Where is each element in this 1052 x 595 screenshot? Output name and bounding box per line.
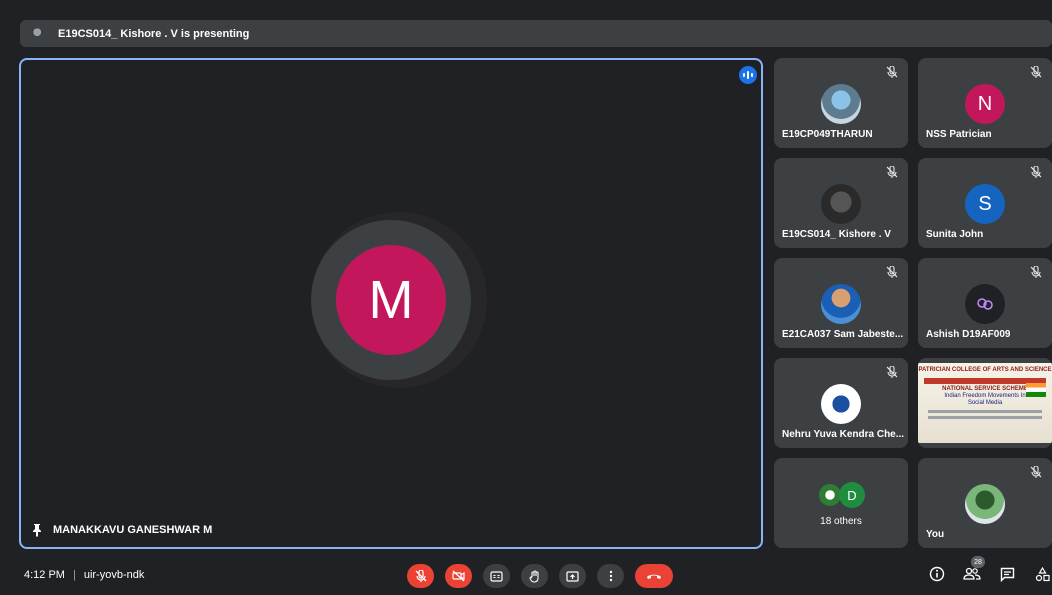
participant-avatar: N [965,84,1005,124]
speaker-name: MANAKKAVU GANESHWAR M [53,524,213,536]
presentation-slide: PATRICIAN COLLEGE OF ARTS AND SCIENCE NA… [918,363,1052,443]
participant-photo [821,284,861,324]
participant-tile[interactable]: S Sunita John [918,158,1052,248]
participant-name: Sunita John [926,229,984,240]
hand-icon [528,569,539,583]
call-controls-bar: 4:12 PM | uir-yovb-ndk 28 [0,556,1052,595]
self-tile[interactable]: You [918,458,1052,548]
captions-icon [490,570,503,582]
mic-off-icon [1030,266,1042,278]
info-icon [929,566,945,582]
people-button[interactable]: 28 [963,556,985,583]
activities-icon [1035,566,1050,581]
flag-image [1026,383,1046,397]
mic-off-icon [886,366,898,378]
microphone-toggle-button[interactable] [407,564,434,588]
participant-tile[interactable]: N NSS Patrician [918,58,1052,148]
presenting-banner[interactable]: E19CS014_ Kishore . V is presenting [20,20,1052,47]
slide-text-line [928,410,1042,413]
meeting-code[interactable]: uir-yovb-ndk [84,569,145,581]
participant-photo [821,184,861,224]
participant-name: E21CA037 Sam Jabeste... [782,329,904,340]
presentation-tile[interactable]: PATRICIAN COLLEGE OF ARTS AND SCIENCE NA… [918,358,1052,448]
right-controls: 28 [928,556,1051,583]
participant-avatar [965,284,1005,324]
participant-photo [821,384,861,424]
participant-name: NSS Patrician [926,129,992,140]
people-icon [963,567,981,580]
mic-off-icon [1030,166,1042,178]
raise-hand-button[interactable] [521,564,548,588]
mic-off-icon [415,570,426,582]
chat-button[interactable] [998,565,1016,583]
participant-tile[interactable]: E19CS014_ Kishore . V [774,158,908,248]
participant-tile[interactable]: Nehru Yuva Kendra Che... [774,358,908,448]
clock-time: 4:12 PM [24,569,65,581]
participant-photo [821,84,861,124]
camera-toggle-button[interactable] [445,564,472,588]
speaking-indicator-icon [739,66,757,84]
more-options-button[interactable] [597,564,624,588]
separator: | [72,569,76,581]
activities-button[interactable] [1033,565,1051,583]
mic-off-icon [1030,466,1042,478]
others-tile[interactable]: D 18 others [774,458,908,548]
participant-count-badge: 28 [971,556,985,568]
participant-avatar: D [839,482,865,508]
participant-tile[interactable]: Ashish D19AF009 [918,258,1052,348]
presenting-text: E19CS014_ Kishore . V is presenting [58,27,250,40]
link-icon [977,298,993,310]
meeting-info: 4:12 PM | uir-yovb-ndk [24,569,144,581]
meeting-details-button[interactable] [928,565,946,583]
participant-name: You [926,529,945,540]
speaker-avatar: M [336,245,446,355]
chat-icon [1000,567,1014,582]
participant-name: E19CS014_ Kishore . V [782,229,891,240]
others-count: 18 others [820,516,862,527]
hangup-icon [647,574,661,579]
others-avatars: D [774,482,908,508]
camera-off-icon [452,570,465,582]
mic-off-icon [886,166,898,178]
mic-off-icon [1030,66,1042,78]
participant-tile[interactable]: E21CA037 Sam Jabeste... [774,258,908,348]
leave-call-button[interactable] [635,564,673,588]
participant-name: Ashish D19AF009 [926,329,1011,340]
mic-off-icon [886,66,898,78]
speaker-namebar: MANAKKAVU GANESHWAR M [31,523,212,537]
center-controls [407,564,673,588]
mic-off-icon [886,266,898,278]
present-icon [566,570,579,582]
main-speaker-tile[interactable]: M MANAKKAVU GANESHWAR M [19,58,763,549]
participant-name: E19CP049THARUN [782,129,873,140]
captions-button[interactable] [483,564,510,588]
slide-text-line [928,416,1042,419]
slide-college: PATRICIAN COLLEGE OF ARTS AND SCIENCE [918,367,1052,373]
presenter-avatar [30,24,48,43]
present-now-button[interactable] [559,564,586,588]
participant-avatar: S [965,184,1005,224]
more-vert-icon [609,570,612,582]
participant-tile[interactable]: E19CP049THARUN [774,58,908,148]
participant-photo [965,484,1005,524]
participant-name: Nehru Yuva Kendra Che... [782,429,905,440]
slide-topic-line2: Social Media [967,400,1003,406]
pin-icon [33,524,41,537]
